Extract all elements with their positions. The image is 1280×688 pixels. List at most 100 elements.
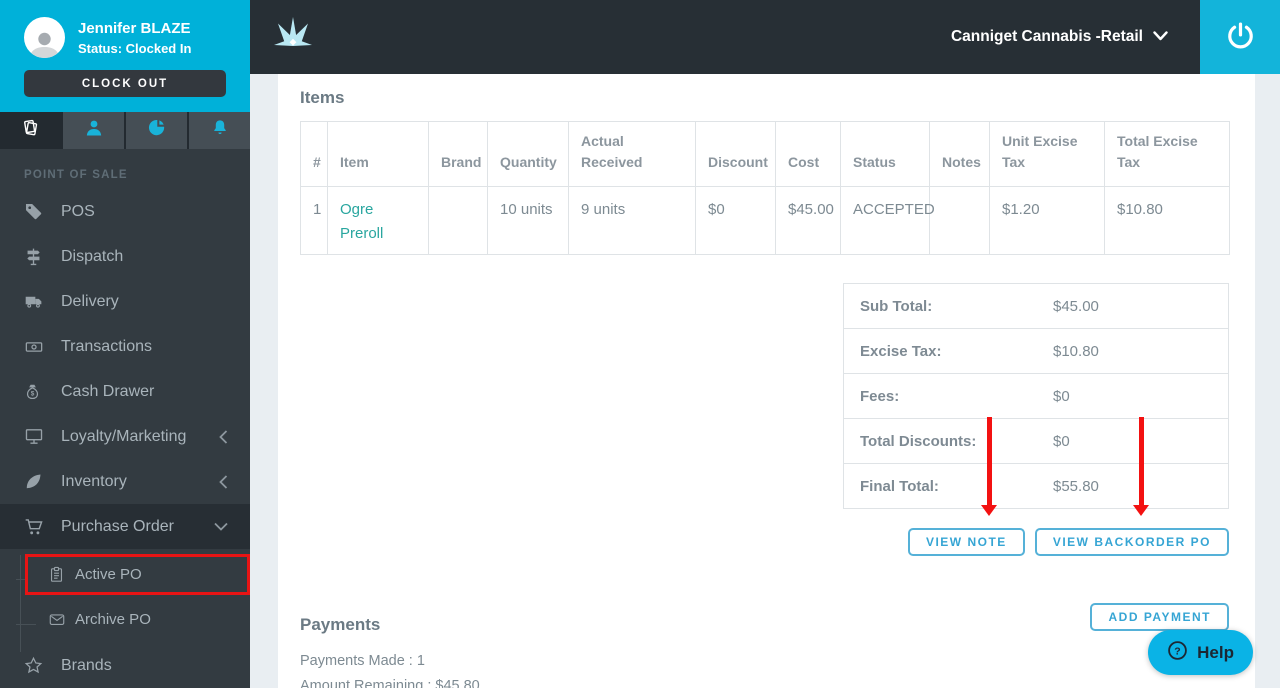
col-header-actual-received: Actual Received [568, 121, 696, 187]
col-header-item: Item [327, 121, 429, 187]
user-status: Status: Clocked In [78, 40, 192, 56]
chevron-left-icon [219, 474, 228, 489]
nav-section-label: POINT OF SALE [24, 169, 128, 181]
col-header-brand: Brand [428, 121, 488, 187]
sidebar-item-label: Transactions [61, 337, 152, 355]
star-icon [24, 656, 44, 675]
envelope-icon [48, 611, 66, 628]
sidebar: Jennifer BLAZE Status: Clocked In CLOCK … [0, 0, 250, 688]
logout-power-button[interactable] [1200, 0, 1280, 74]
person-silhouette-icon [30, 32, 59, 58]
leaf-icon [24, 472, 44, 491]
purchase-order-panel: Items # Item Brand Quantity Actual Recei… [278, 74, 1255, 688]
payments-section-title: Payments [300, 615, 381, 634]
sidebar-item-label: Cash Drawer [61, 382, 155, 400]
items-table-header-row: # Item Brand Quantity Actual Received Di… [300, 121, 1230, 187]
store-selector-label: Canniget Cannabis -Retail [950, 28, 1143, 45]
monitor-icon [24, 427, 44, 446]
avatar [24, 17, 65, 58]
add-payment-button[interactable]: ADD PAYMENT [1090, 603, 1229, 631]
col-header-number: # [300, 121, 328, 187]
svg-text:$: $ [31, 390, 35, 397]
user-panel: Jennifer BLAZE Status: Clocked In CLOCK … [0, 0, 250, 112]
sidebar-item-brands[interactable]: Brands [0, 643, 250, 688]
col-header-discount: Discount [695, 121, 776, 187]
sidebar-item-loyalty-marketing[interactable]: Loyalty/Marketing [0, 414, 250, 459]
banknote-icon [24, 338, 44, 356]
store-selector[interactable]: Canniget Cannabis -Retail [951, 28, 1168, 46]
cards-icon [20, 116, 41, 144]
help-button[interactable]: ? Help [1148, 630, 1253, 675]
signpost-icon [24, 247, 44, 266]
totals-row-subtotal: Sub Total: $45.00 [844, 284, 1228, 329]
sidebar-item-delivery[interactable]: Delivery [0, 279, 250, 324]
cell-item: Ogre Preroll [327, 186, 429, 255]
col-header-unit-excise-tax: Unit Excise Tax [989, 121, 1105, 187]
content-background: Items # Item Brand Quantity Actual Recei… [250, 74, 1280, 688]
power-icon [1225, 20, 1256, 54]
app-root: Jennifer BLAZE Status: Clocked In CLOCK … [0, 0, 1280, 688]
col-header-status: Status [840, 121, 930, 187]
user-icon [84, 118, 104, 143]
tab-customers[interactable] [63, 111, 124, 149]
question-circle-icon: ? [1167, 640, 1188, 666]
tag-icon [24, 202, 44, 221]
sidebar-item-label: Dispatch [61, 247, 124, 265]
totals-box: Sub Total: $45.00 Excise Tax: $10.80 Fee… [843, 283, 1229, 509]
view-backorder-po-button[interactable]: VIEW BACKORDER PO [1034, 528, 1229, 556]
sidebar-item-label: Purchase Order [61, 517, 174, 535]
cell-unit-excise-tax: $1.20 [989, 186, 1105, 255]
view-note-button[interactable]: VIEW NOTE [907, 528, 1025, 556]
sidebar-item-label: Delivery [61, 292, 119, 310]
chevron-down-icon [1153, 28, 1168, 46]
money-bag-icon: $ [24, 382, 44, 401]
sidebar-item-label: Brands [61, 656, 112, 674]
totals-label: Fees: [860, 387, 900, 405]
item-link[interactable]: Ogre Preroll [340, 201, 383, 242]
cell-number: 1 [300, 186, 328, 255]
sidebar-item-transactions[interactable]: Transactions [0, 324, 250, 369]
sidebar-item-purchase-order[interactable]: Purchase Order [0, 504, 250, 549]
totals-label: Excise Tax: [860, 342, 942, 360]
po-actions-row: VIEW NOTE VIEW BACKORDER PO [300, 528, 1229, 556]
tab-reports[interactable] [126, 111, 187, 149]
clipboard-icon [48, 565, 66, 584]
table-row: 1 Ogre Preroll 10 units 9 units $0 $45.0… [300, 186, 1230, 255]
totals-label: Sub Total: [860, 297, 933, 315]
totals-row-fees: Fees: $0 [844, 374, 1228, 419]
tab-register[interactable] [0, 111, 61, 149]
clock-out-button[interactable]: CLOCK OUT [24, 70, 226, 97]
purchase-order-submenu: Active PO Archive PO [0, 554, 250, 652]
totals-label: Total Discounts: [860, 432, 977, 450]
sidebar-item-dispatch[interactable]: Dispatch [0, 234, 250, 279]
col-header-cost: Cost [775, 121, 841, 187]
cell-cost: $45.00 [775, 186, 841, 255]
sidebar-item-pos[interactable]: POS [0, 189, 250, 234]
totals-value: $45.00 [1053, 297, 1099, 315]
tab-notifications[interactable] [189, 111, 250, 149]
totals-row-final-total: Final Total: $55.80 [844, 464, 1228, 508]
items-section-title: Items [300, 88, 345, 107]
col-header-notes: Notes [929, 121, 990, 187]
cell-brand [428, 186, 488, 255]
cell-status: ACCEPTED [840, 186, 935, 255]
user-name: Jennifer BLAZE [78, 19, 191, 37]
sidebar-item-inventory[interactable]: Inventory [0, 459, 250, 504]
items-table: # Item Brand Quantity Actual Received Di… [300, 121, 1230, 255]
sidebar-item-label: POS [61, 202, 95, 220]
col-header-quantity: Quantity [487, 121, 569, 187]
totals-label: Final Total: [860, 477, 939, 495]
sidebar-item-archive-po[interactable]: Archive PO [0, 595, 250, 643]
totals-value: $0 [1053, 387, 1070, 405]
cell-quantity: 10 units [487, 186, 569, 255]
cell-discount: $0 [695, 186, 776, 255]
cannabis-leaf-logo [274, 14, 312, 60]
bell-icon [211, 118, 229, 142]
sidebar-item-label: Inventory [61, 472, 127, 490]
sidebar-item-active-po active-po-highlight[interactable]: Active PO [25, 554, 250, 595]
sidebar-item-cash-drawer[interactable]: $ Cash Drawer [0, 369, 250, 414]
amount-remaining-line: Amount Remaining : $45.80 [300, 678, 480, 688]
cart-icon [24, 517, 44, 537]
totals-row-excise-tax: Excise Tax: $10.80 [844, 329, 1228, 374]
totals-value: $0 [1053, 432, 1070, 450]
